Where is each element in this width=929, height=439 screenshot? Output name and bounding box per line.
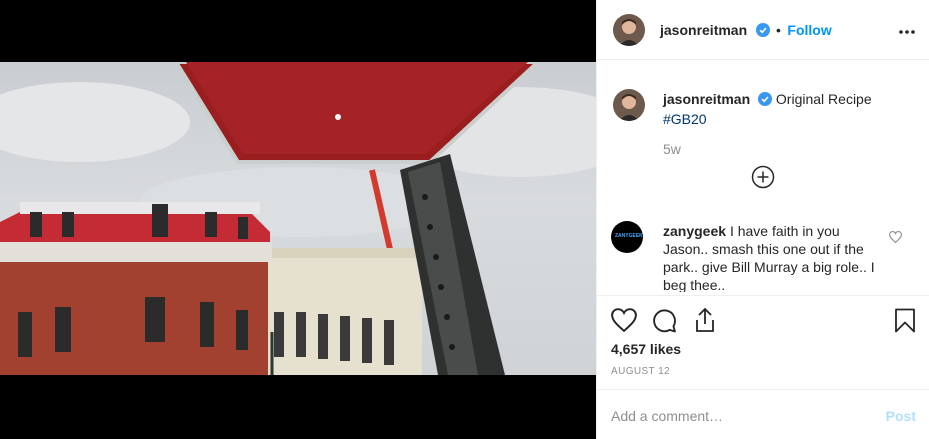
post-sidebar: jasonreitman • Follow jasonreitman Origi… — [596, 0, 929, 439]
post-media[interactable] — [0, 0, 596, 439]
comment-icon[interactable] — [652, 308, 677, 338]
caption-avatar[interactable] — [613, 89, 645, 121]
action-bar — [597, 295, 929, 333]
caption-username[interactable]: jasonreitman — [663, 91, 750, 107]
caption-hashtag[interactable]: #GB20 — [663, 111, 707, 127]
post-photo — [0, 62, 596, 375]
author-username[interactable]: jasonreitman — [660, 22, 747, 38]
plus-circle-icon[interactable] — [751, 165, 775, 194]
likes-count[interactable]: 4,657 likes — [611, 341, 681, 357]
bookmark-icon[interactable] — [894, 308, 916, 338]
more-options-icon[interactable] — [898, 18, 916, 41]
post-header: jasonreitman • Follow — [597, 0, 929, 60]
post-comment-button[interactable]: Post — [886, 408, 916, 424]
follow-button[interactable]: Follow — [787, 22, 831, 38]
caption-time-ago: 5w — [663, 141, 681, 157]
commenter-avatar-text: ZANYGEEK — [615, 233, 643, 239]
caption-text: Original Recipe — [775, 91, 872, 107]
caption-verified-badge-icon — [758, 92, 773, 110]
comment-like-heart-icon[interactable] — [888, 230, 903, 248]
add-comment-input[interactable]: Add a comment… — [611, 408, 723, 424]
commenter-avatar[interactable]: ZANYGEEK — [611, 221, 643, 253]
heart-icon[interactable] — [611, 308, 637, 337]
add-comment-bar: Add a comment… Post — [597, 389, 929, 439]
verified-badge-icon — [755, 23, 770, 42]
comment-item: zanygeek I have faith in you Jason.. sma… — [663, 222, 883, 292]
post-date: AUGUST 12 — [611, 366, 670, 377]
stop-sign-scene — [0, 62, 596, 375]
share-icon[interactable] — [693, 307, 717, 338]
separator-dot: • — [776, 22, 781, 38]
post-caption: jasonreitman Original Recipe #GB20 — [663, 90, 903, 128]
author-avatar[interactable] — [613, 14, 645, 46]
commenter-username[interactable]: zanygeek — [663, 223, 726, 239]
